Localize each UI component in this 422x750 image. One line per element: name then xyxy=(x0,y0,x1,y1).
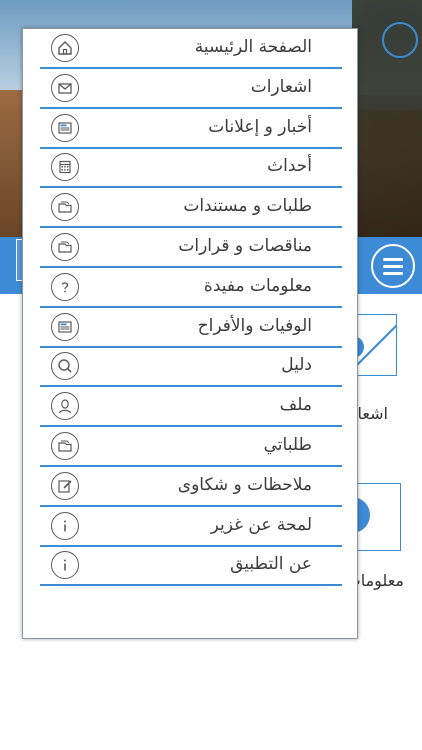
menu-item-label: أخبار و إعلانات xyxy=(208,116,312,137)
header-action-button[interactable] xyxy=(382,22,418,58)
menu-item[interactable]: دليل xyxy=(40,349,342,388)
menu-item[interactable]: معلومات مفيدة xyxy=(40,270,342,308)
envelope-icon xyxy=(51,73,79,102)
info-icon xyxy=(51,511,79,540)
menu-item[interactable]: مناقصات و قرارات xyxy=(40,230,342,268)
edit-icon xyxy=(51,471,79,500)
documents-icon xyxy=(51,233,79,261)
notifications-tile-label: اشعارات xyxy=(358,404,388,423)
user-icon xyxy=(51,392,79,421)
menu-item-label: عن التطبيق xyxy=(230,554,312,575)
calendar-icon xyxy=(51,153,79,182)
menu-item[interactable]: عن التطبيق xyxy=(40,548,342,587)
menu-item-label: طلبات و مستندات xyxy=(183,196,312,217)
navigation-drawer: الصفحة الرئيسية اشعارات أخبار و إعلانات أحد… xyxy=(22,28,358,639)
menu-item-label: معلومات مفيدة xyxy=(203,275,312,296)
menu-item-label: ملاحظات و شكاوى xyxy=(177,474,312,495)
hamburger-line xyxy=(383,265,403,268)
info-icon xyxy=(51,551,79,580)
menu-item[interactable]: اشعارات xyxy=(40,71,342,109)
menu-item[interactable]: أخبار و إعلانات xyxy=(40,111,342,149)
menu-item[interactable]: ملف xyxy=(40,389,342,428)
news-icon xyxy=(51,113,79,142)
menu-item[interactable]: أحداث xyxy=(40,150,342,189)
search-icon xyxy=(51,352,79,381)
menu-item[interactable]: ملاحظات و شكاوى xyxy=(40,469,342,507)
menu-item-label: الصفحة الرئيسية xyxy=(194,37,312,57)
menu-item-label: أحداث xyxy=(267,156,312,177)
home-icon xyxy=(51,34,79,62)
menu-item-label: دليل xyxy=(281,355,312,376)
hamburger-line xyxy=(383,272,403,275)
hamburger-line xyxy=(383,258,403,261)
menu-item[interactable]: الوفيات والأفراح xyxy=(40,310,342,348)
news-icon xyxy=(51,312,79,341)
menu-item-label: الوفيات والأفراح xyxy=(197,315,312,336)
menu-toggle-button[interactable] xyxy=(371,244,415,288)
menu-item-label: مناقصات و قرارات xyxy=(178,236,312,256)
menu-item[interactable]: لمحة عن غزير xyxy=(40,509,342,547)
question-icon xyxy=(51,272,79,301)
documents-icon xyxy=(51,193,79,222)
info-tile-label: معلومات مفيدة xyxy=(358,571,404,590)
menu-item-label: اشعارات xyxy=(250,76,312,97)
menu-item[interactable]: طلباتي xyxy=(40,429,342,467)
menu-item[interactable]: الصفحة الرئيسية xyxy=(40,31,342,69)
menu-item-label: ملف xyxy=(279,395,312,416)
documents-icon xyxy=(51,432,79,460)
menu-item-label: لمحة عن غزير xyxy=(210,514,312,535)
menu-item[interactable]: طلبات و مستندات xyxy=(40,190,342,229)
menu-item-label: طلباتي xyxy=(263,435,312,455)
